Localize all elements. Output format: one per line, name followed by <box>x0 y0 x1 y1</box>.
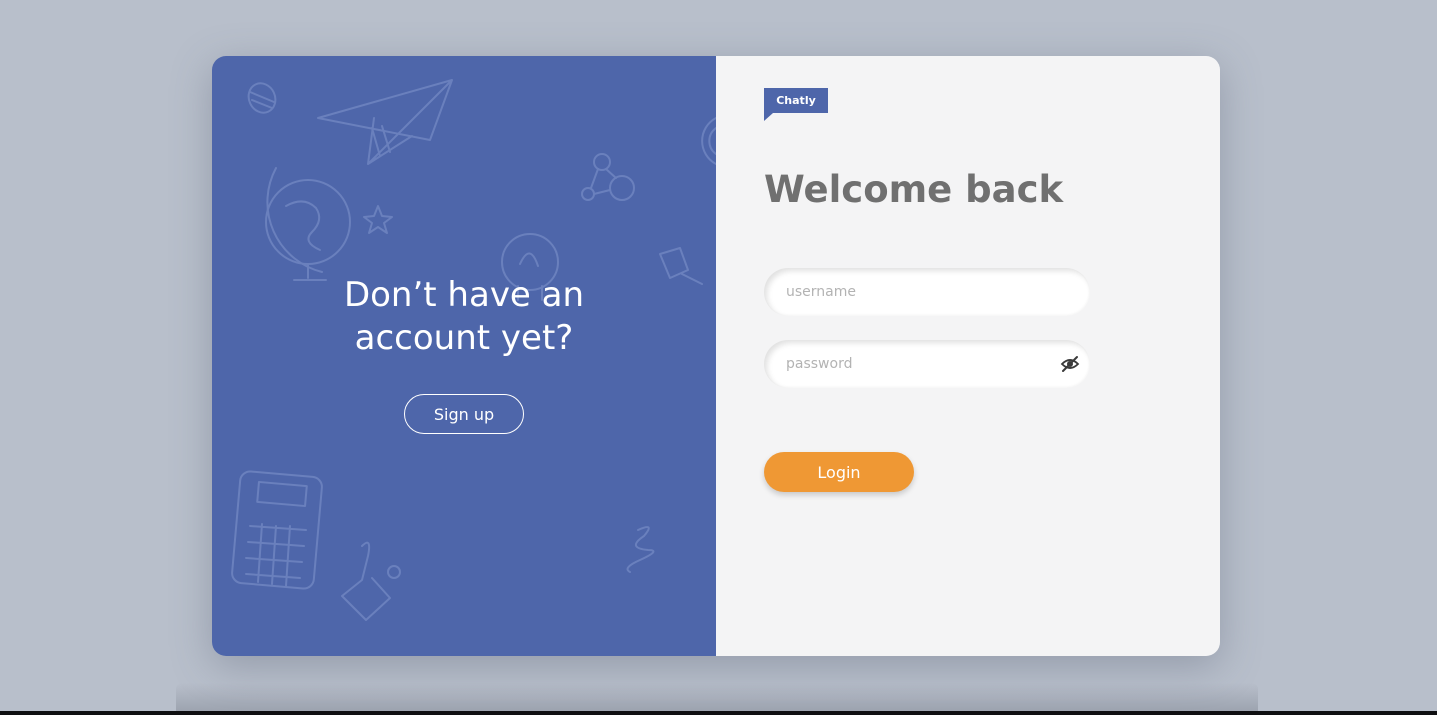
signup-button[interactable]: Sign up <box>404 394 524 434</box>
spring-icon <box>626 526 655 573</box>
brand-logo-tail <box>764 113 773 121</box>
signup-promo: Don’t have an account yet? Sign up <box>212 274 716 434</box>
password-field-wrapper <box>764 340 1090 388</box>
login-card: Don’t have an account yet? Sign up Chatl… <box>212 56 1220 656</box>
headphone-icon <box>341 541 401 621</box>
globe-icon <box>265 167 351 281</box>
eye-slash-icon[interactable] <box>1060 355 1080 373</box>
signup-promo-panel: Don’t have an account yet? Sign up <box>212 56 716 656</box>
calculator-icon <box>231 470 323 590</box>
page-title: Welcome back <box>764 168 1064 211</box>
promo-title: Don’t have an account yet? <box>343 275 585 358</box>
star-icon <box>363 205 393 234</box>
planet-icon <box>247 82 277 114</box>
paper-plane-icon <box>317 79 453 165</box>
window-bottom-edge <box>0 711 1437 715</box>
login-panel: Chatly Welcome back Login <box>716 56 1220 656</box>
molecule-icon <box>581 153 635 201</box>
brand-logo: Chatly <box>764 88 828 113</box>
login-button[interactable]: Login <box>764 452 914 492</box>
username-input[interactable] <box>786 268 1046 316</box>
username-field-wrapper <box>764 268 1090 316</box>
password-input[interactable] <box>786 340 1046 388</box>
half-circle-doodle <box>701 117 716 165</box>
